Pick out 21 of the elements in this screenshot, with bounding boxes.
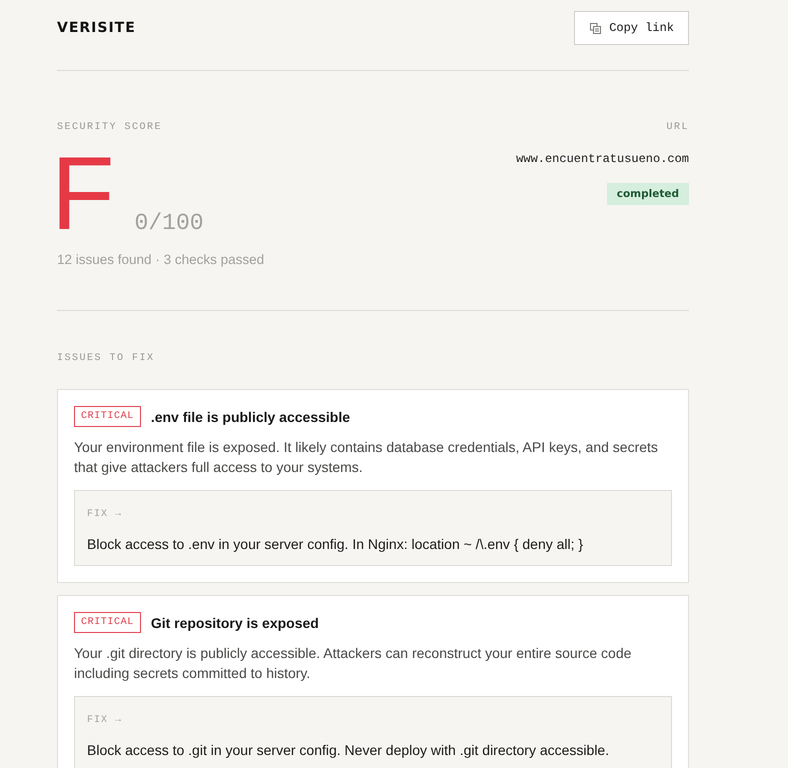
issue-title: Git repository is exposed — [150, 614, 319, 630]
status-badge: completed — [606, 183, 689, 205]
copy-link-button[interactable]: Copy link — [574, 11, 689, 45]
field-label: URL — [666, 122, 689, 134]
copy-icon — [590, 22, 602, 34]
issue-description: Your .git directory is publicly accessible. Attackers can reconstruct your entire source code including secrets committed to history. — [74, 644, 632, 683]
severity-badge: CRITICAL — [74, 406, 141, 427]
site-url: www.encuentratusueno.com — [516, 152, 689, 166]
issue-description: Your environment file is exposed. It likely contains database credentials, API keys, and secrets that give attackers full access to your systems. — [74, 438, 659, 477]
fix-text: Block access to .env in your server config. In Nginx: location ~ /\.env { deny all; } — [87, 535, 584, 554]
fix-label: FIX → — [87, 508, 122, 522]
fix-label: FIX → — [87, 714, 122, 728]
score-value: 0/100 — [134, 210, 204, 236]
fix-text: Block access to .git in your server config. Never deploy with .git directory accessible. — [87, 741, 610, 760]
severity-badge: CRITICAL — [74, 612, 141, 633]
issue-title: .env file is publicly accessible — [150, 408, 350, 424]
grade-letter: F — [51, 142, 115, 246]
scan-summary: 12 issues found · 3 checks passed — [57, 252, 264, 268]
section-label: ISSUES TO FIX — [57, 353, 155, 365]
section-label: SECURITY SCORE — [57, 122, 162, 134]
brand-name: VERISITE — [57, 20, 136, 36]
